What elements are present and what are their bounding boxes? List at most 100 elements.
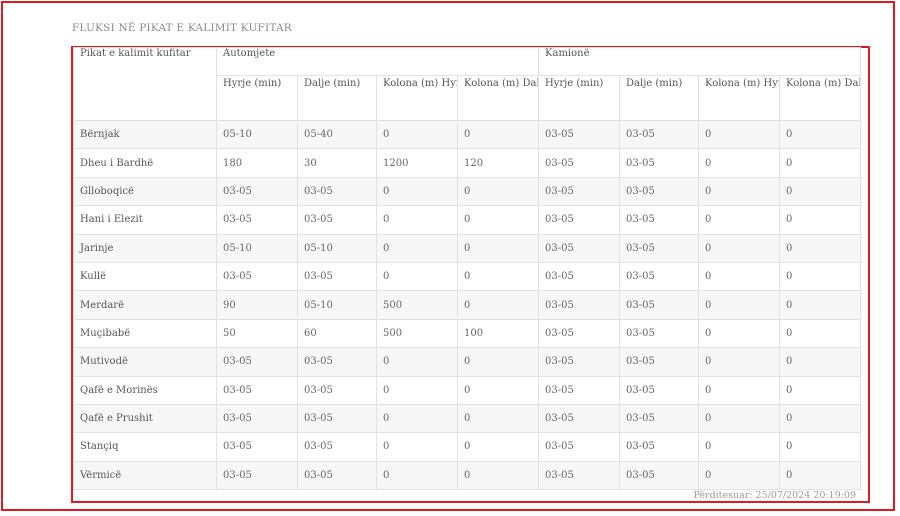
crossing-name-cell: Muçibabë [73,318,217,349]
header-trucks: Kamionë [538,47,862,76]
crossing-name-cell: Merdarë [73,290,217,320]
table-cell: 03-05 [619,347,700,377]
table-cell: 0 [779,290,862,320]
table-cell: 03-05 [619,119,700,150]
crossing-name-cell: Qafë e Morinës [73,375,217,405]
table-cell: 0 [779,261,862,292]
header-cell: Kolona (m) Dalje [456,75,540,121]
table-row: Glloboqicë 03-05 03-05 0 0 03-05 03-05 0 0 [73,176,862,207]
table-cell: 03-05 [619,318,700,349]
table-cell: 03-05 [538,375,621,405]
table-cell: 0 [698,432,781,462]
table-cell: 0 [456,119,540,150]
table-cell: 0 [456,261,540,292]
table-cell: 03-05 [538,318,621,349]
table-row: Vërmicë 03-05 03-05 0 0 03-05 03-05 0 0 [73,460,862,491]
table-cell: 03-05 [619,460,700,491]
table-cell: 03-05 [297,205,377,235]
table-cell: 90 [216,290,298,320]
table-row: Dheu i Bardhë 180 30 1200 120 03-05 03-05 0 0 [73,148,862,178]
table-cell: 05-10 [216,233,298,263]
table-cell: 0 [376,432,458,462]
table-cell: 1200 [376,148,458,178]
table-row: Bërnjak 05-10 05-40 0 0 03-05 03-05 0 0 [73,119,862,150]
crossing-name-cell: Bërnjak [73,119,217,150]
table-cell: 0 [779,176,862,207]
table-cell: 0 [779,233,862,263]
crossing-name-cell: Jarinje [73,233,217,263]
table-cell: 03-05 [619,176,700,207]
table-cell: 0 [376,261,458,292]
table-cell: 03-05 [216,347,298,377]
crossing-name-cell: Vërmicë [73,460,217,491]
table-row: Merdarë 90 05-10 500 0 03-05 03-05 0 0 [73,290,862,320]
table-cell: 0 [779,318,862,349]
table-cell: 05-10 [216,119,298,150]
table-cell: 03-05 [538,205,621,235]
header-cell: Kolona (m) Dalje [779,75,862,121]
table-cell: 0 [698,205,781,235]
table-cell: 0 [456,176,540,207]
table-cell: 03-05 [297,261,377,292]
table-cell: 03-05 [538,233,621,263]
table-cell: 03-05 [216,403,298,434]
table-cell: 03-05 [538,148,621,178]
table-cell: 05-40 [297,119,377,150]
table-cell: 0 [456,290,540,320]
table-cell: 03-05 [538,403,621,434]
table-cell: 0 [779,460,862,491]
header-cars: Automjete [215,47,540,76]
crossing-name-cell: Kullë [73,261,217,292]
table-cell: 03-05 [619,375,700,405]
table-cell: 0 [456,375,540,405]
table-cell: 0 [779,119,862,150]
table-cell: 0 [376,233,458,263]
table-cell: 05-10 [297,290,377,320]
widget-title: FLUKSI NË PIKAT E KALIMIT KUFITAR [72,22,292,34]
table-cell: 0 [779,347,862,377]
table-cell: 03-05 [538,460,621,491]
table-cell: 0 [456,460,540,491]
table-cell: 03-05 [297,432,377,462]
table-cell: 03-05 [297,460,377,491]
table-cell: 0 [376,176,458,207]
table-cell: 0 [779,432,862,462]
table-row: Mutivodë 03-05 03-05 0 0 03-05 03-05 0 0 [73,347,862,377]
table-row: Jarinje 05-10 05-10 0 0 03-05 03-05 0 0 [73,233,862,263]
table-cell: 0 [456,233,540,263]
table-cell: 0 [376,119,458,150]
table-row: Muçibabë 50 60 500 100 03-05 03-05 0 0 [73,318,862,349]
updated-timestamp: Përditesuar: 25/07/2024 20:19:09 [693,490,856,501]
crossing-name-cell: Qafë e Prushit [73,403,217,434]
table-cell: 03-05 [538,432,621,462]
table-cell: 0 [698,233,781,263]
table-cell: 03-05 [619,233,700,263]
table-cell: 0 [376,375,458,405]
table-cell: 03-05 [216,205,298,235]
table-cell: 0 [698,176,781,207]
table-cell: 0 [698,290,781,320]
header-cell: Hyrje (min) [216,75,298,121]
table-cell: 03-05 [538,261,621,292]
table-cell: 100 [456,318,540,349]
table-row: Hani i Elezit 03-05 03-05 0 0 03-05 03-05 0 0 [73,205,862,235]
table-cell: 0 [698,403,781,434]
table-cell: 30 [297,148,377,178]
table-row: Qafë e Morinës 03-05 03-05 0 0 03-05 03-05 0 0 [73,375,862,405]
table-cell: 0 [456,432,540,462]
crossing-name-cell: Stançiq [73,432,217,462]
table-cell: 180 [216,148,298,178]
crossing-name-cell: Mutivodë [73,347,217,377]
table-cell: 0 [698,318,781,349]
table-cell: 0 [698,119,781,150]
table-cell: 0 [698,261,781,292]
table-cell: 03-05 [216,460,298,491]
table-cell: 0 [779,205,862,235]
table-cell: 03-05 [297,375,377,405]
table-cell: 03-05 [216,375,298,405]
table-cell: 0 [698,375,781,405]
table-cell: 03-05 [538,176,621,207]
crossing-name-cell: Glloboqicë [73,176,217,207]
header-cell: Kolona (m) Hyrje [698,75,781,121]
table-cell: 03-05 [538,290,621,320]
